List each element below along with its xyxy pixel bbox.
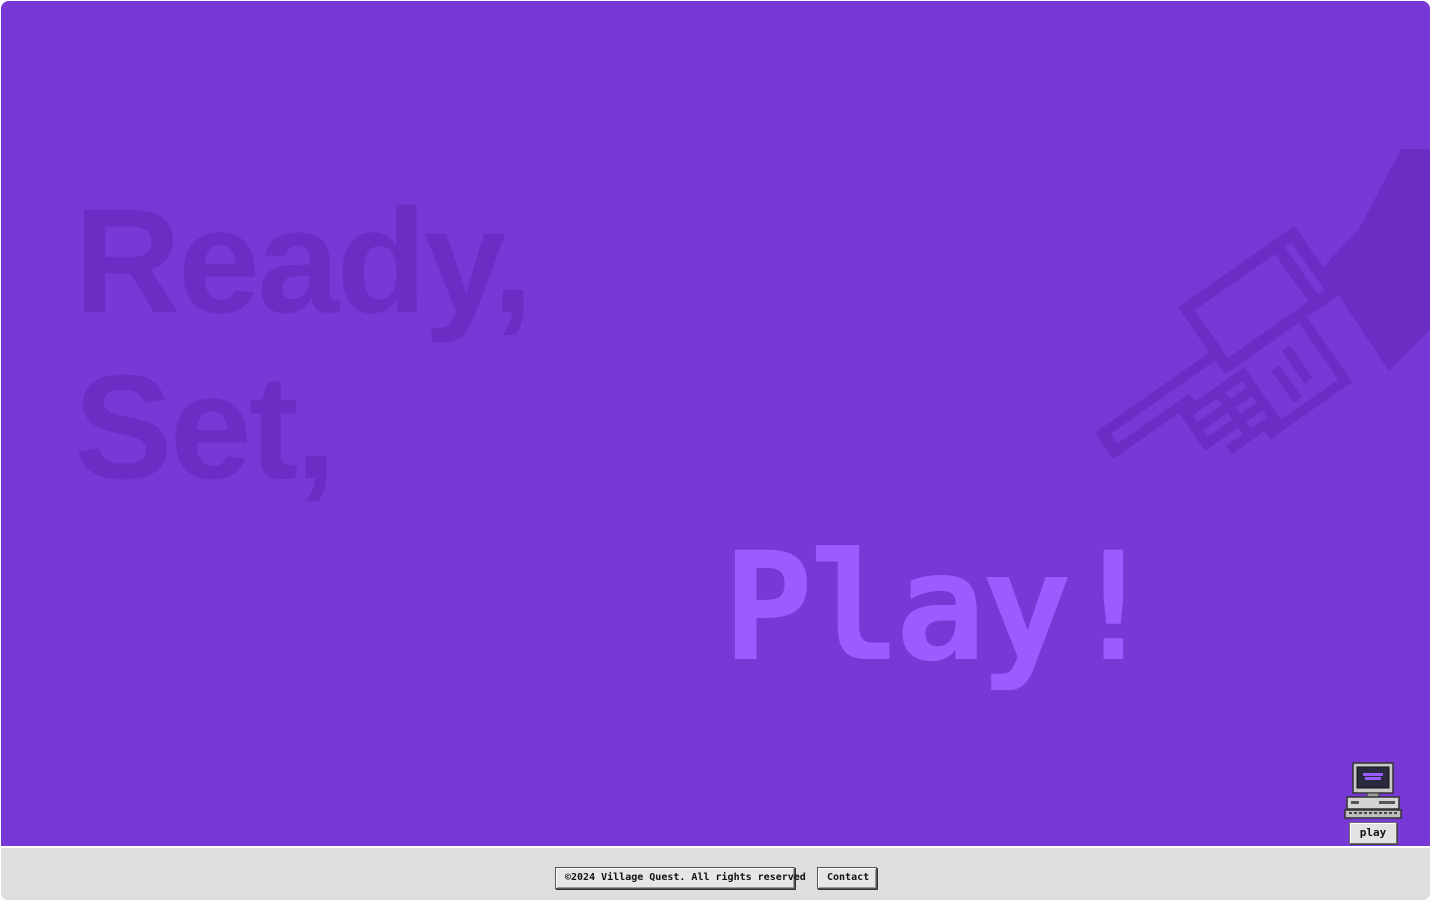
tagline-line-ready: Ready, <box>74 179 533 344</box>
play-desktop-shortcut[interactable]: play <box>1341 761 1405 844</box>
hero-tagline: Ready, Set, <box>74 179 533 511</box>
footer-taskbar: ©2024 Village Quest. All rights reserved… <box>1 846 1430 900</box>
hero-section: Ready, Set, Play! play <box>1 1 1430 846</box>
computer-icon <box>1344 762 1402 819</box>
contact-button[interactable]: Contact <box>817 867 877 889</box>
play-heading: Play! <box>723 521 1159 695</box>
pointing-hand-icon <box>1094 149 1430 459</box>
copyright-button[interactable]: ©2024 Village Quest. All rights reserved <box>555 867 806 889</box>
app-window: Ready, Set, Play! play ©2024 Village Que… <box>1 1 1430 900</box>
tagline-line-set: Set, <box>74 345 336 510</box>
shortcut-label: play <box>1349 822 1397 844</box>
